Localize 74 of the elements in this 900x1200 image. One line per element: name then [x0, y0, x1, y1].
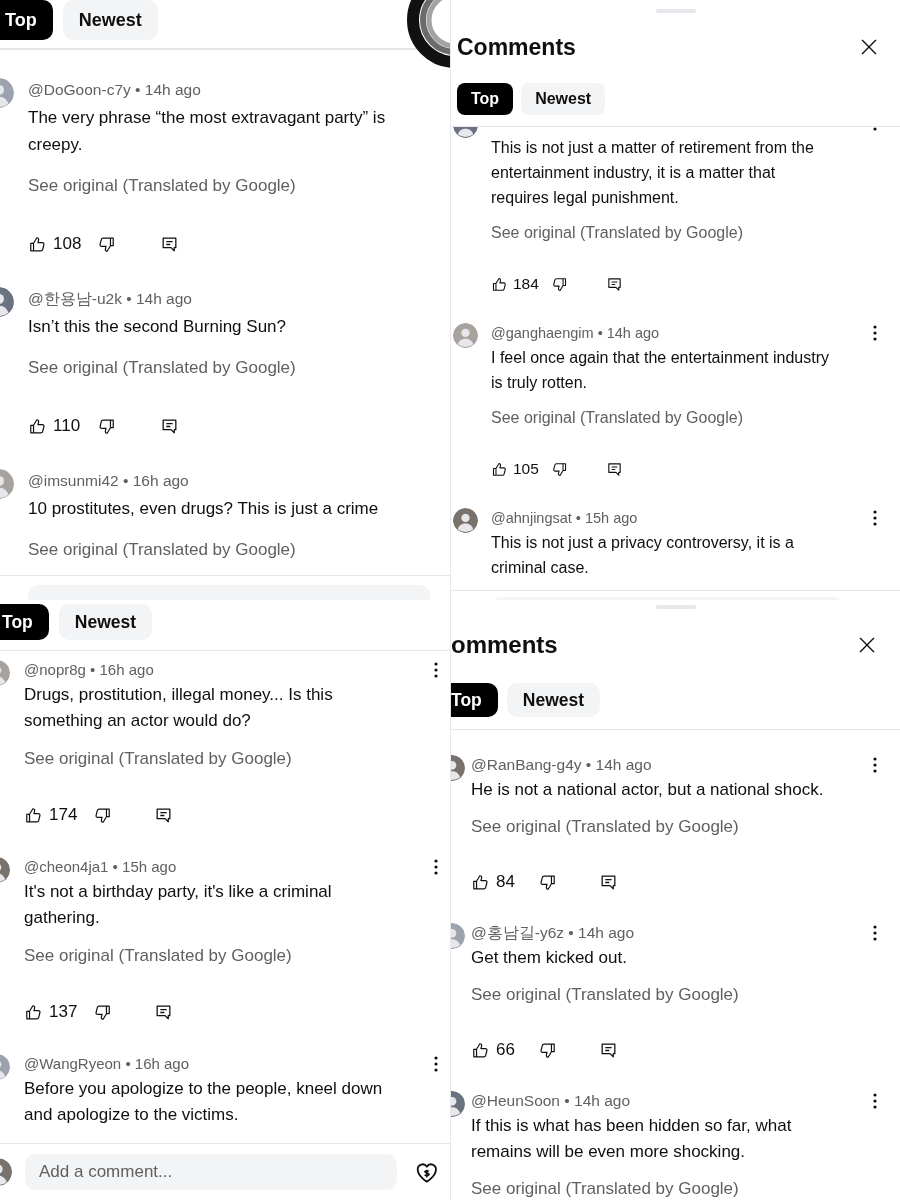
- sort-tab[interactable]: Top: [0, 604, 49, 640]
- more-menu-icon[interactable]: [873, 509, 877, 527]
- see-original-link[interactable]: See original (Translated by Google): [24, 746, 292, 772]
- like-count: 105: [513, 459, 540, 480]
- like-count: 66: [496, 1039, 516, 1062]
- comment-text: I feel once again that the entertainment industry is truly rotten.: [491, 348, 830, 393]
- comment-text: This is not just a matter of retirement from the entertainment industry, it is a matter that requires legal punishment.: [491, 138, 815, 208]
- like-button[interactable]: [471, 1040, 490, 1060]
- comment-meta: @HeunSoon • 14h ago: [471, 1091, 631, 1111]
- comment-text: The very phrase “the most extravagant party” is creepy.: [28, 107, 387, 156]
- sort-tab[interactable]: Top: [451, 683, 498, 717]
- like-count: 184: [513, 274, 540, 295]
- comment-text: 10 prostitutes, even drugs? This is just a crime: [28, 498, 380, 520]
- comment-meta: @ahnjingsat • 15h ago: [491, 509, 638, 528]
- comment-text: Get them kicked out.: [471, 947, 628, 969]
- see-original-link[interactable]: See original (Translated by Google): [491, 220, 743, 245]
- like-button[interactable]: [491, 275, 508, 293]
- comment-text: Drugs, prostitution, illegal money... Is this something an actor would do?: [24, 684, 334, 732]
- comment-meta: @한용남-u2k • 14h ago: [28, 289, 192, 309]
- like-count: 108: [53, 233, 83, 256]
- comment-meta: @ganghaengim • 14h ago: [491, 324, 660, 343]
- see-original-link[interactable]: See original (Translated by Google): [28, 354, 296, 381]
- comment-text: He is not a national actor, but a national shock.: [471, 779, 825, 801]
- see-original-link[interactable]: See original (Translated by Google): [24, 943, 292, 969]
- panel-title: omments: [451, 630, 558, 660]
- see-original-link[interactable]: See original (Translated by Google): [491, 405, 743, 430]
- sort-tab[interactable]: Newest: [58, 604, 153, 640]
- like-button[interactable]: [28, 416, 47, 436]
- sort-tab[interactable]: Newest: [506, 683, 601, 717]
- avatar: [453, 508, 478, 533]
- comment-field[interactable]: Add a comment...: [25, 1154, 398, 1190]
- see-original-link[interactable]: See original (Translated by Google): [28, 172, 296, 199]
- see-original-link[interactable]: See original (Translated by Google): [471, 982, 739, 1008]
- comment-text: It's not a birthday party, it's like a criminal gathering.: [24, 881, 333, 929]
- like-button[interactable]: [28, 234, 47, 254]
- sort-tab[interactable]: Newest: [62, 0, 158, 40]
- avatar: [453, 323, 478, 348]
- more-menu-icon[interactable]: [434, 858, 438, 876]
- like-count: 174: [49, 804, 79, 827]
- like-count: 84: [496, 871, 516, 894]
- comment-meta: @RanBang-g4y • 14h ago: [471, 755, 652, 775]
- comment-meta: @cheon4ja1 • 15h ago: [24, 857, 177, 877]
- more-menu-icon[interactable]: [873, 324, 877, 342]
- like-count: 137: [49, 1001, 79, 1024]
- sort-tab[interactable]: Top: [0, 0, 53, 40]
- comment-meta: @DoGoon-c7y • 14h ago: [28, 80, 201, 100]
- like-button[interactable]: [24, 1002, 43, 1022]
- dislike-button[interactable]: [551, 460, 568, 478]
- comment-text: If this is what has been hidden so far, what remains will be even more shocking.: [471, 1115, 793, 1163]
- like-button[interactable]: [491, 460, 508, 478]
- more-menu-icon[interactable]: [873, 756, 877, 774]
- panel-title: Comments: [457, 32, 576, 62]
- see-original-link[interactable]: See original (Translated by Google): [28, 536, 296, 563]
- comment-meta: @WangRyeon • 16h ago: [24, 1054, 190, 1074]
- like-button[interactable]: [471, 872, 490, 892]
- dislike-button[interactable]: [551, 275, 568, 293]
- more-menu-icon[interactable]: [873, 1092, 877, 1110]
- more-menu-icon[interactable]: [434, 661, 438, 679]
- reply-button[interactable]: [606, 460, 623, 478]
- see-original-link[interactable]: See original (Translated by Google): [471, 1176, 739, 1200]
- see-original-link[interactable]: See original (Translated by Google): [471, 814, 739, 840]
- comment-meta: @홍남길-y6z • 14h ago: [471, 923, 635, 943]
- more-menu-icon[interactable]: [434, 1055, 438, 1073]
- reply-button[interactable]: [606, 275, 623, 293]
- comment-meta: @imsunmi42 • 16h ago: [28, 471, 189, 491]
- comment-text: Before you apologize to the people, kneel down and apologize to the victims.: [24, 1078, 384, 1126]
- sort-tab[interactable]: Newest: [521, 83, 606, 115]
- like-button[interactable]: [24, 805, 43, 825]
- like-count: 110: [53, 415, 82, 438]
- comment-text: Isn’t this the second Burning Sun?: [28, 316, 287, 338]
- sort-tab[interactable]: Top: [457, 83, 514, 115]
- comment-meta: @nopr8g • 16h ago: [24, 660, 154, 680]
- comment-text: This is not just a privacy controversy, it is a criminal case.: [491, 533, 795, 578]
- more-menu-icon[interactable]: [873, 924, 877, 942]
